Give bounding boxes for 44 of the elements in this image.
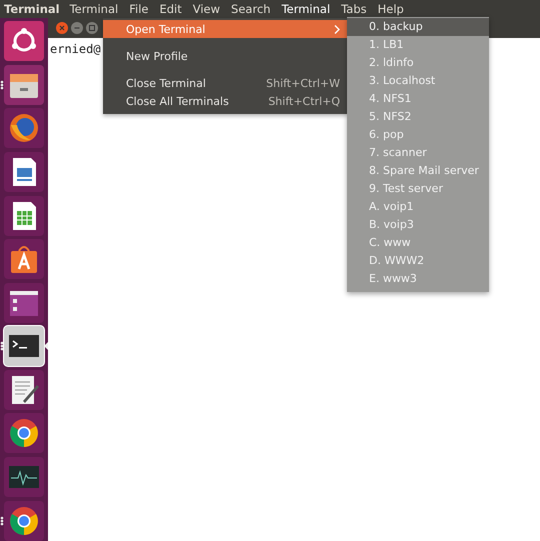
launcher-icon[interactable] (4, 64, 44, 105)
launcher-icon[interactable] (4, 326, 44, 366)
menu-item[interactable]: Open Terminal (103, 20, 348, 38)
menu-bar-item[interactable]: Edit (158, 2, 183, 16)
menu-bar-item[interactable]: Terminal (68, 2, 120, 16)
app-name: Terminal (4, 2, 60, 16)
launcher-icon[interactable] (4, 21, 44, 62)
menu-bar-item[interactable]: Terminal (280, 2, 332, 16)
menu-item[interactable]: 1. LB1 (347, 36, 489, 54)
menu-item[interactable]: Close All Terminals Shift+Ctrl+Q (103, 92, 348, 110)
menu-item[interactable]: 5. NFS2 (347, 108, 489, 126)
launcher-icon[interactable] (4, 282, 44, 323)
menu-item[interactable]: A. voip1 (347, 198, 489, 216)
minimize-icon[interactable] (71, 22, 83, 34)
menu-item[interactable]: 3. Localhost (347, 72, 489, 90)
menu-bar-item[interactable]: View (192, 2, 222, 16)
menu-item[interactable]: B. voip3 (347, 216, 489, 234)
launcher-icon[interactable] (4, 370, 44, 410)
menu-bar-item[interactable]: Help (376, 2, 405, 16)
focus-arrow-icon (44, 342, 48, 350)
launcher-icon[interactable] (4, 196, 44, 236)
close-icon[interactable] (56, 22, 68, 34)
menu-item[interactable]: 9. Test server (347, 180, 489, 198)
menu-item[interactable]: New Profile (103, 47, 348, 65)
launcher-icon[interactable] (4, 152, 44, 192)
menu-item[interactable]: 2. ldinfo (347, 54, 489, 72)
menu-item[interactable]: 7. scanner (347, 144, 489, 162)
launcher-icon[interactable] (4, 500, 44, 541)
launcher-icon[interactable] (4, 239, 44, 280)
menu-item[interactable]: 6. pop (347, 126, 489, 144)
terminal-prompt: ernied@ (50, 42, 101, 56)
launcher-icon[interactable] (4, 457, 44, 498)
menu-bar-item[interactable]: File (128, 2, 150, 16)
menu-item[interactable]: Close Terminal Shift+Ctrl+W (103, 74, 348, 92)
launcher-icon[interactable] (4, 413, 44, 454)
menu-item[interactable]: 4. NFS1 (347, 90, 489, 108)
menu-bar-item[interactable]: Search (230, 2, 272, 16)
menu-item[interactable]: 0. backup (347, 18, 489, 36)
menu-item[interactable]: D. WWW2 (347, 252, 489, 270)
maximize-icon[interactable] (86, 22, 98, 34)
menu-item[interactable]: 8. Spare Mail server (347, 162, 489, 180)
menu-item[interactable]: C. www (347, 234, 489, 252)
menu-bar-item[interactable]: Tabs (340, 2, 368, 16)
menu-item[interactable]: E. www3 (347, 270, 489, 288)
